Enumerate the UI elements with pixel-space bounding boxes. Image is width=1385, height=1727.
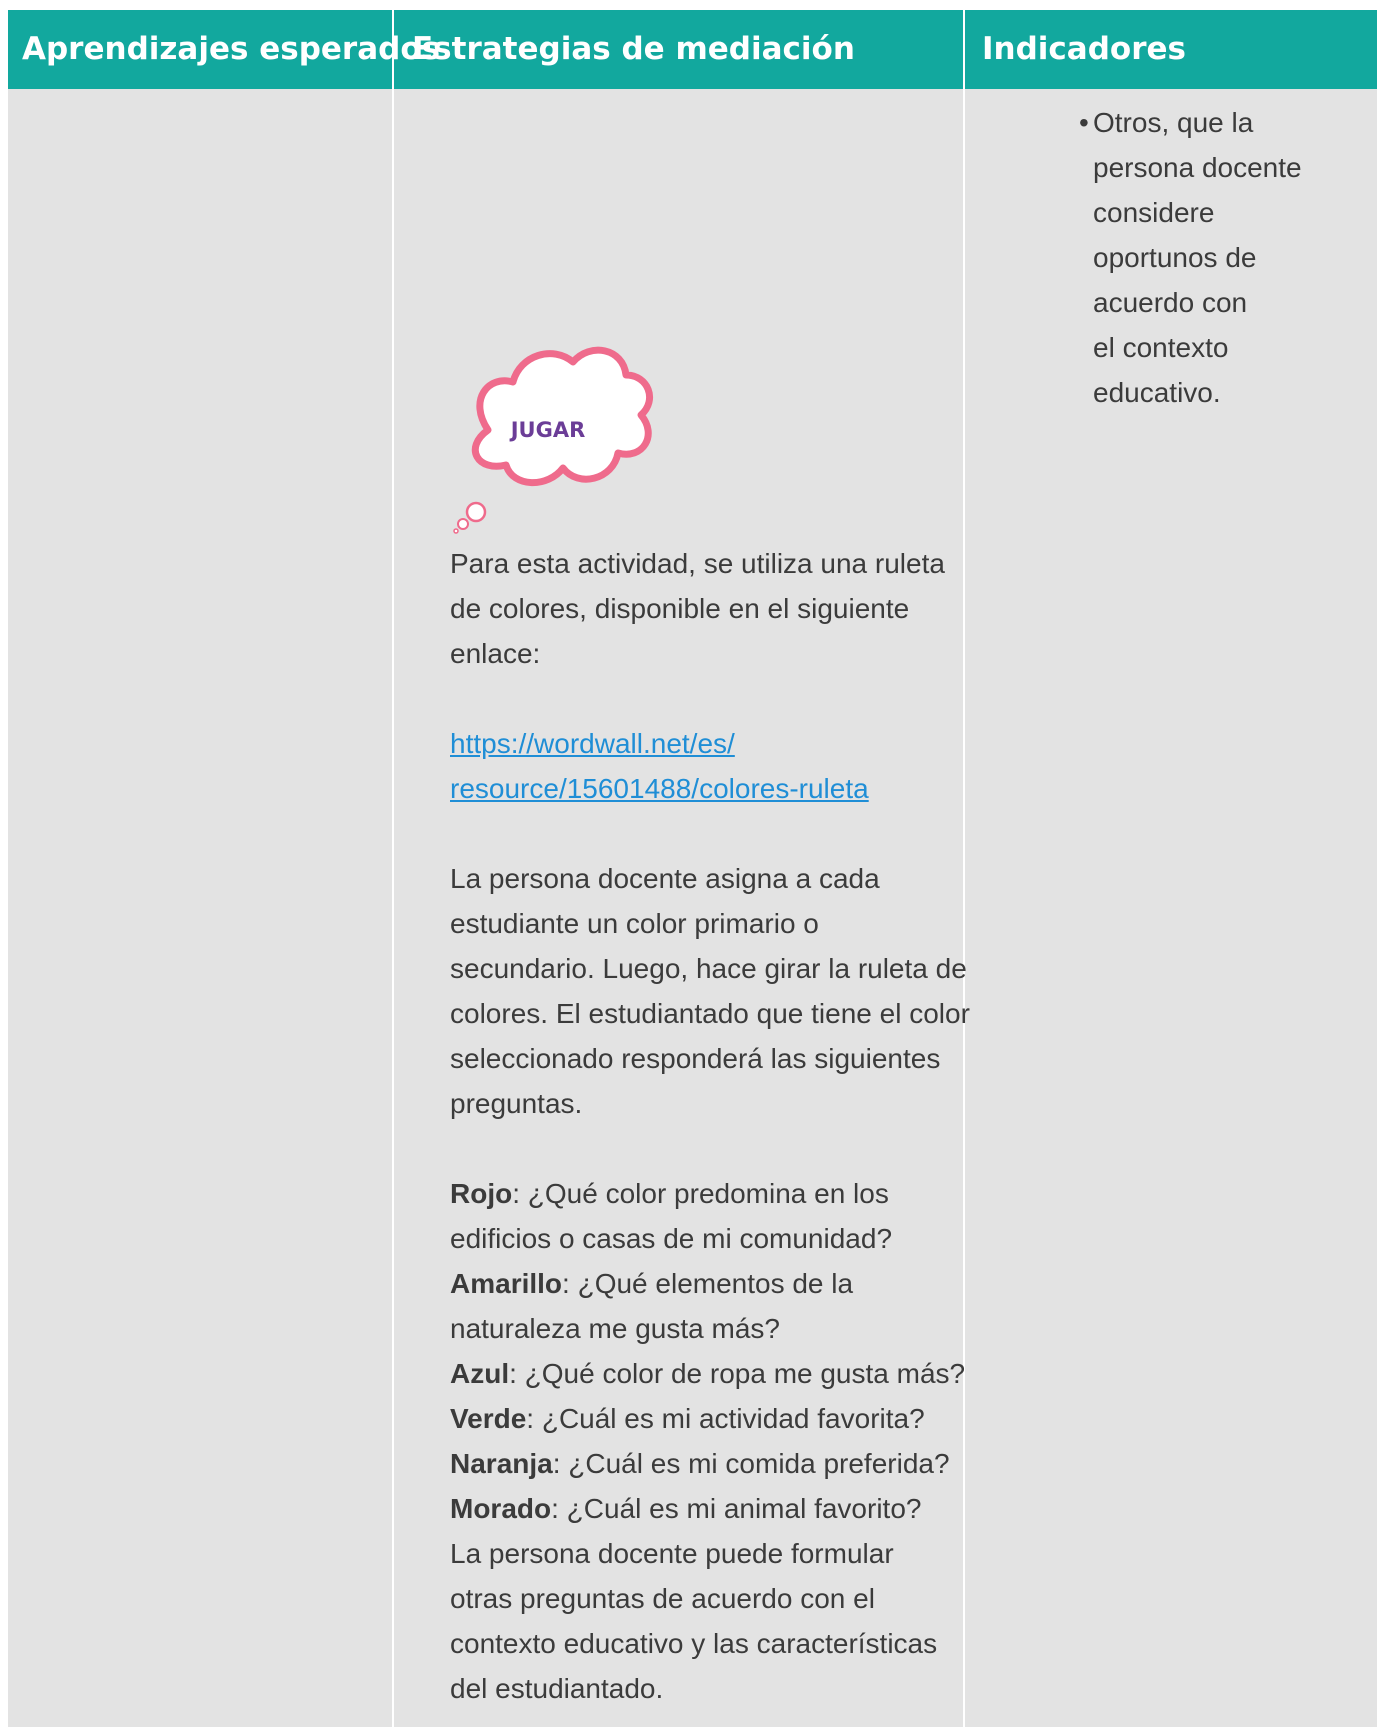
text-line: de colores, disponible en el siguiente (450, 593, 910, 624)
questions-list: Rojo: ¿Qué color predomina en los edific… (450, 1171, 1070, 1711)
text-line: seleccionado responderá las siguientes (450, 1043, 941, 1074)
text-line: secundario. Luego, hace girar la ruleta … (450, 953, 967, 984)
question-text: naturaleza me gusta más? (450, 1313, 780, 1344)
text-line: contexto educativo y las características (450, 1628, 938, 1659)
question-line: Naranja: ¿Cuál es mi comida preferida? (450, 1441, 1070, 1486)
color-name: Azul (450, 1358, 510, 1389)
instructions-paragraph: La persona docente asigna a cada estudia… (450, 856, 1070, 1126)
question-line: Rojo: ¿Qué color predomina en los (450, 1171, 1070, 1216)
text-line: otras preguntas de acuerdo con el (450, 1583, 875, 1614)
text-line: colores. El estudiantado que tiene el co… (450, 998, 970, 1029)
question-line: edificios o casas de mi comunidad? (450, 1216, 1070, 1261)
color-name: Amarillo (450, 1268, 563, 1299)
color-name: Naranja (450, 1448, 553, 1479)
link-line[interactable]: https://wordwall.net/es/ (450, 721, 1070, 766)
question-text: : ¿Qué color de ropa me gusta más? (509, 1358, 966, 1389)
question-text: edificios o casas de mi comunidad? (450, 1223, 893, 1254)
question-line: Morado: ¿Cuál es mi animal favorito? (450, 1486, 1070, 1531)
resource-link[interactable]: https://wordwall.net/es/ resource/156014… (450, 721, 1070, 811)
text-line: La persona docente asigna a cada (450, 863, 880, 894)
text-line: preguntas. (450, 1088, 583, 1119)
link-line[interactable]: resource/15601488/colores-ruleta (450, 766, 1070, 811)
question-line: Verde: ¿Cuál es mi actividad favorita? (450, 1396, 1070, 1441)
text-line: enlace: (450, 638, 541, 669)
question-text: : ¿Cuál es mi animal favorito? (551, 1493, 922, 1524)
color-name: Rojo (450, 1178, 513, 1209)
question-text: : ¿Cuál es mi comida preferida? (552, 1448, 950, 1479)
question-line: naturaleza me gusta más? (450, 1306, 1070, 1351)
mediation-table: Aprendizajes esperados Estrategias de me… (8, 10, 1377, 1727)
text-line: estudiante un color primario o (450, 908, 819, 939)
question-text: : ¿Qué color predomina en los (512, 1178, 889, 1209)
question-text: : ¿Qué elementos de la (562, 1268, 854, 1299)
intro-paragraph: Para esta actividad, se utiliza una rule… (450, 541, 1070, 676)
color-name: Verde (450, 1403, 527, 1434)
badge-label: JUGAR (509, 418, 586, 442)
question-line: Azul: ¿Qué color de ropa me gusta más? (450, 1351, 1070, 1396)
text-line: del estudiantado. (450, 1673, 664, 1704)
text-line: Para esta actividad, se utiliza una rule… (450, 548, 945, 579)
text-line: La persona docente puede formular (450, 1538, 894, 1569)
question-text: : ¿Cuál es mi actividad favorita? (526, 1403, 925, 1434)
color-name: Morado (450, 1493, 552, 1524)
question-line: Amarillo: ¿Qué elementos de la (450, 1261, 1070, 1306)
